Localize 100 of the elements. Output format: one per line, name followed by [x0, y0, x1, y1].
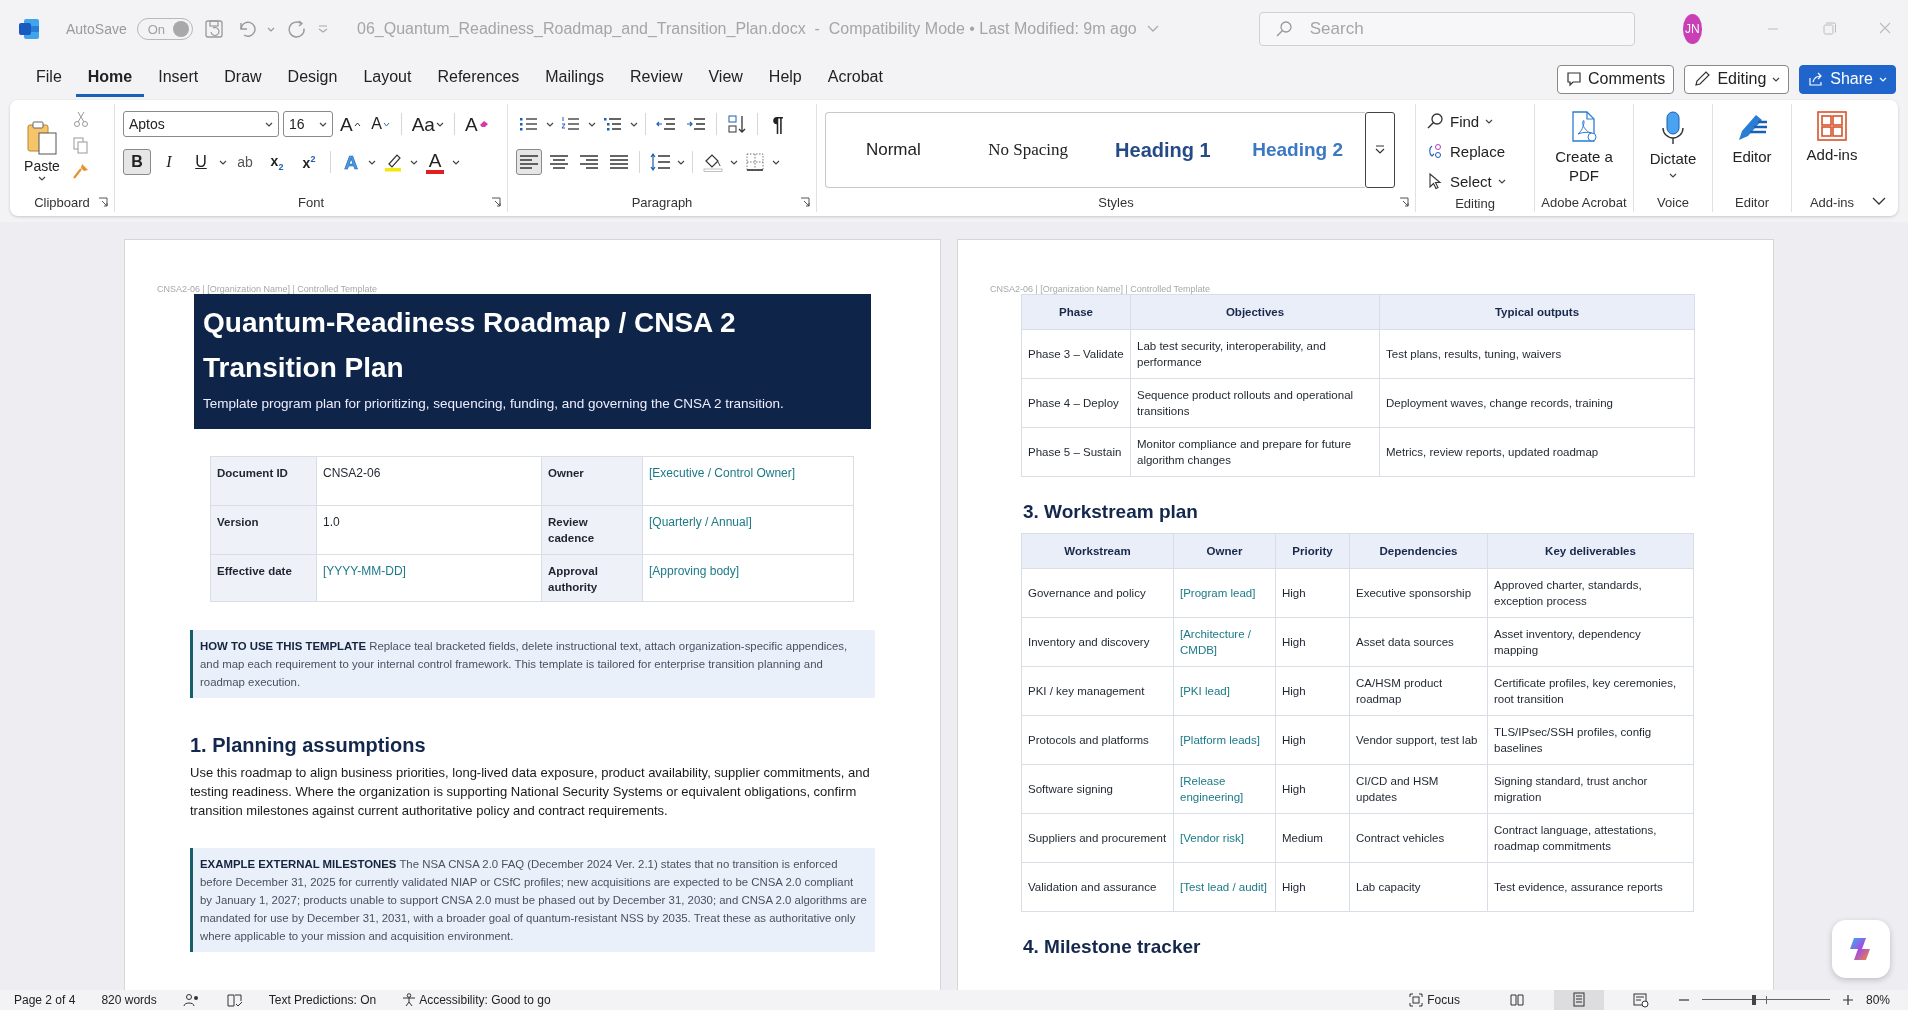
- table-cell: [Program lead]: [1173, 568, 1276, 618]
- autosave-label: AutoSave: [66, 21, 127, 37]
- editing-mode-button[interactable]: Editing: [1684, 64, 1790, 94]
- cursor-icon: [1426, 172, 1444, 190]
- table-cell: Owner: [541, 456, 643, 506]
- ribbon-tab[interactable]: File: [24, 61, 74, 97]
- shrink-font-button[interactable]: A: [367, 111, 394, 137]
- ribbon-tab[interactable]: Help: [756, 61, 814, 97]
- replace-button[interactable]: Replace: [1426, 138, 1506, 164]
- accessibility-icon: [402, 993, 417, 1007]
- print-layout-button[interactable]: [1553, 990, 1604, 1010]
- style-item[interactable]: No Spacing: [960, 113, 1096, 187]
- select-button[interactable]: Select: [1426, 168, 1506, 194]
- user-avatar[interactable]: JN: [1682, 14, 1702, 44]
- text-predictions-status[interactable]: Text Predictions: On: [268, 993, 377, 1007]
- format-toggle[interactable]: x$^{2}$: [295, 149, 323, 175]
- format-toggle[interactable]: U: [187, 149, 215, 175]
- grow-font-button[interactable]: A: [337, 111, 364, 137]
- collapse-ribbon-icon[interactable]: [1872, 196, 1886, 206]
- table-cell: Phase 3 – Validate: [1021, 329, 1131, 379]
- replace-icon: [1426, 142, 1444, 160]
- style-item[interactable]: Heading 1: [1095, 113, 1231, 187]
- change-case-button[interactable]: Aa: [408, 111, 447, 137]
- ribbon-tab[interactable]: Draw: [212, 61, 274, 97]
- grid-icon: [1816, 110, 1848, 142]
- table-cell: CI/CD and HSM updates: [1349, 764, 1488, 814]
- justify-icon: [609, 153, 629, 171]
- dialog-launcher-icon[interactable]: [1399, 197, 1409, 207]
- ribbon-tab[interactable]: Review: [617, 61, 695, 97]
- focus-button[interactable]: Focus: [1409, 993, 1460, 1007]
- accessibility-status[interactable]: Accessibility: Good to go: [402, 993, 551, 1007]
- zoom-level[interactable]: 80%: [1865, 993, 1890, 1007]
- table-cell: [Quarterly / Annual]: [642, 505, 854, 555]
- paste-button[interactable]: Paste: [18, 108, 66, 192]
- table-cell: 1.0: [316, 505, 542, 555]
- table-cell: Certificate profiles, key ceremonies, root transition: [1487, 666, 1694, 716]
- font-name-dropdown[interactable]: Aptos: [123, 111, 279, 137]
- table-cell: High: [1275, 715, 1350, 765]
- ribbon-tab[interactable]: Acrobat: [815, 61, 895, 97]
- format-toggle[interactable]: I: [155, 149, 183, 175]
- pencil-icon: [1693, 70, 1712, 88]
- redo-icon[interactable]: [285, 18, 308, 40]
- caret-icon: [730, 159, 738, 165]
- table-cell: Contract language, attestations, roadmap commitments: [1487, 813, 1694, 863]
- style-item[interactable]: Heading 2: [1230, 113, 1365, 187]
- create-pdf-button[interactable]: Create a PDF: [1543, 108, 1625, 186]
- share-button[interactable]: Share: [1799, 64, 1896, 94]
- document-title-heading: Quantum-Readiness Roadmap / CNSA 2 Transition Plan: [203, 306, 737, 385]
- caret-icon: [452, 159, 460, 165]
- caret-icon: [1772, 76, 1781, 82]
- gallery-more-button[interactable]: [1365, 112, 1395, 188]
- align-left-button[interactable]: [516, 149, 542, 175]
- ribbon-tab[interactable]: Design: [275, 61, 350, 97]
- add-ins-button[interactable]: Add-ins: [1800, 108, 1864, 165]
- show-formatting-button[interactable]: ¶: [765, 111, 791, 137]
- caret-icon: [1669, 172, 1677, 178]
- zoom-slider-thumb[interactable]: [1752, 995, 1757, 1005]
- style-item[interactable]: Normal: [826, 113, 961, 187]
- clear-formatting-button[interactable]: A: [461, 111, 492, 137]
- table-cell: Review cadence: [541, 505, 643, 555]
- caret-icon: [368, 159, 376, 165]
- zoom-slider[interactable]: [1701, 995, 1830, 1005]
- table-cell: High: [1275, 568, 1350, 618]
- column-header: Key deliverables: [1487, 533, 1694, 569]
- table-cell: Sequence product rollouts and operational transitions: [1130, 378, 1380, 428]
- ribbon-tab[interactable]: Mailings: [533, 61, 616, 97]
- ribbon-tab[interactable]: Layout: [351, 61, 424, 97]
- format-toggle[interactable]: x$_{2}$: [263, 149, 291, 175]
- ribbon-tab[interactable]: Insert: [146, 61, 211, 97]
- column-header: Phase: [1021, 294, 1131, 330]
- body-paragraph: Use this roadmap to align business priorities, long-lived data exposure, product availability, supplier commitments, and testing readiness. Where the organization is supporting National Security Systems or equivalent obligations, confirm transition milestones against current authoritative policy and contract requirements.: [190, 764, 871, 820]
- table-cell: [Platform leads]: [1173, 715, 1276, 765]
- group-label: Editor: [1735, 194, 1769, 210]
- proofing-icon[interactable]: [226, 993, 243, 1007]
- ribbon-tab[interactable]: View: [696, 61, 755, 97]
- page-count[interactable]: Page 2 of 4: [14, 993, 76, 1007]
- dictate-button[interactable]: Dictate: [1642, 108, 1704, 178]
- editor-button[interactable]: Editor: [1721, 108, 1783, 167]
- font-size-dropdown[interactable]: 16: [283, 111, 333, 137]
- table-cell: Vendor support, test lab: [1349, 715, 1488, 765]
- group-label: Add-ins: [1809, 194, 1855, 210]
- table-cell: Asset data sources: [1349, 617, 1488, 667]
- ribbon-tab[interactable]: Home: [75, 61, 145, 97]
- multilevel-list-icon: [603, 115, 623, 133]
- search-field[interactable]: Search: [1258, 12, 1635, 46]
- find-button[interactable]: Find: [1426, 108, 1506, 134]
- word-count[interactable]: 820 words: [101, 993, 157, 1007]
- format-toggle[interactable]: B: [123, 149, 151, 175]
- zoom-in-icon[interactable]: [1841, 994, 1854, 1006]
- ribbon-tab[interactable]: References: [425, 61, 532, 97]
- dialog-launcher-icon[interactable]: [491, 197, 501, 207]
- dialog-launcher-icon[interactable]: [800, 197, 810, 207]
- people-icon[interactable]: [182, 993, 201, 1007]
- dialog-launcher-icon[interactable]: [98, 197, 108, 207]
- table-cell: Lab test security, interoperability, and performance: [1130, 329, 1380, 379]
- font-color-button[interactable]: A: [422, 149, 448, 175]
- table-cell: Suppliers and procurement: [1021, 813, 1174, 863]
- format-toggle[interactable]: ab: [231, 149, 259, 175]
- caret-icon: [1879, 76, 1887, 82]
- comments-button[interactable]: Comments: [1557, 64, 1675, 94]
